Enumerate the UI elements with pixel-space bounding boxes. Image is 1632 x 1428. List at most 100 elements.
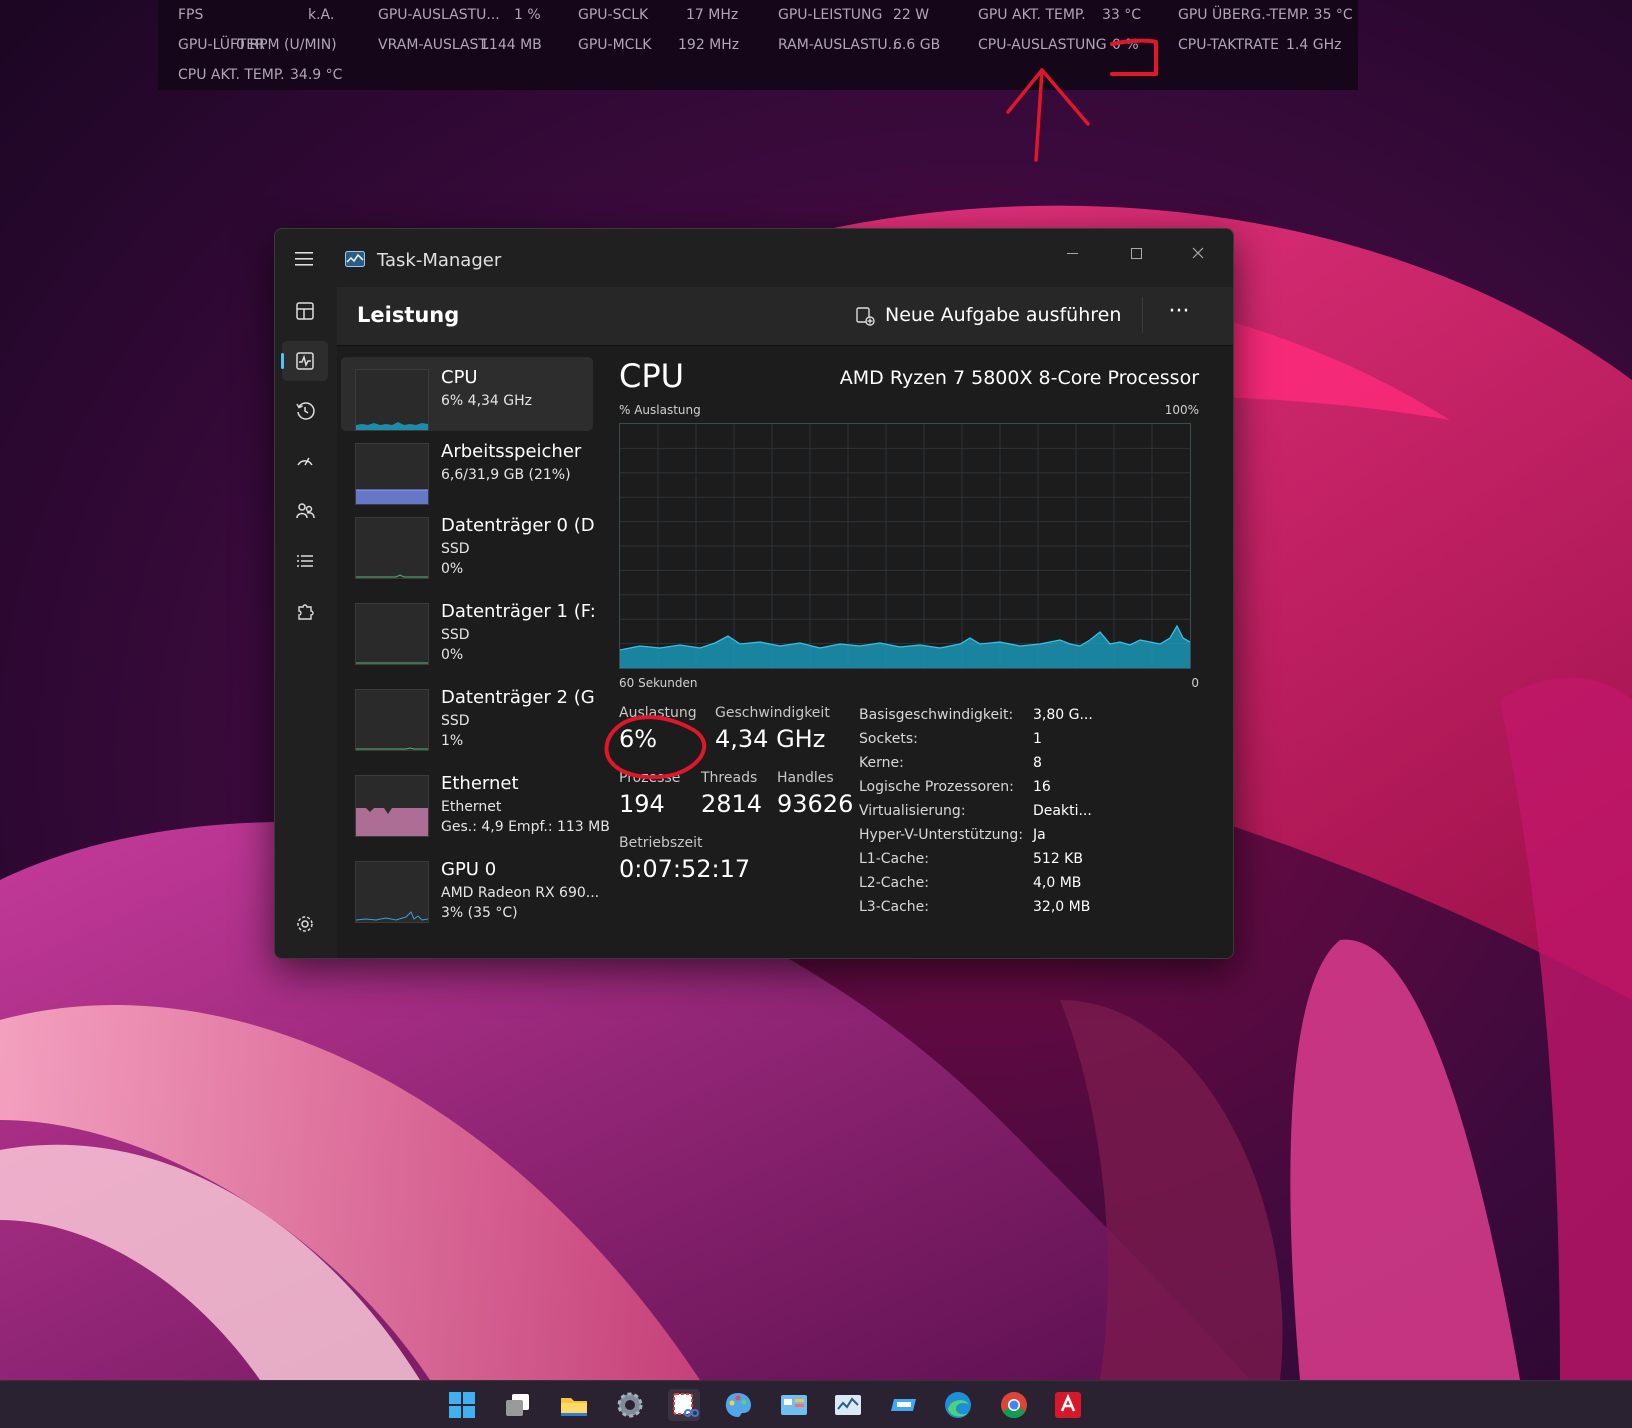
- overlay-metric-label: GPU AKT. TEMP.: [978, 7, 1086, 23]
- device-detail: AMD Radeon RX 690...: [441, 885, 600, 901]
- paint-icon[interactable]: [722, 1389, 754, 1421]
- page-header: Leistung Neue Aufgabe ausführen ···: [337, 287, 1233, 346]
- prop-label: Sockets:: [859, 731, 918, 747]
- overlay-metric-label: GPU-MCLK: [578, 37, 652, 53]
- prop-label: Virtualisierung:: [859, 803, 966, 819]
- remote-desktop-icon[interactable]: [888, 1389, 920, 1421]
- task-view-icon[interactable]: [502, 1389, 534, 1421]
- edge-icon[interactable]: [942, 1389, 974, 1421]
- utilization-label: Auslastung: [619, 705, 697, 721]
- nav-processes[interactable]: [282, 291, 328, 331]
- overlay-metric-value: 6.6 GB: [893, 37, 941, 53]
- nav-settings[interactable]: [282, 904, 328, 944]
- nav-startup-apps[interactable]: [282, 441, 328, 481]
- overlay-metric: GPU-LEISTUNG 22 W: [778, 7, 929, 23]
- device-usage: 0%: [441, 561, 464, 577]
- settings-icon[interactable]: [614, 1389, 646, 1421]
- overlay-metric: CPU AKT. TEMP. 34.9 °C: [178, 67, 342, 83]
- overlay-metric: GPU-SCLK 17 MHz: [578, 7, 738, 23]
- control-panel-icon[interactable]: [778, 1389, 810, 1421]
- device-detail: Ethernet: [441, 799, 502, 815]
- overlay-metric-label: CPU-TAKTRATE: [1178, 37, 1279, 53]
- overlay-metric-label: CPU AKT. TEMP.: [178, 67, 285, 83]
- device-usage: Ges.: 4,9 Empf.: 113 MB: [441, 819, 610, 835]
- run-new-task-label: Neue Aufgabe ausführen: [885, 304, 1122, 326]
- navigation-rail: [275, 287, 337, 958]
- task-manager-app-icon: [345, 251, 365, 271]
- device-thumbnail: [355, 443, 429, 505]
- cpu-usage-graph: [619, 423, 1191, 669]
- maximize-button[interactable]: [1113, 239, 1159, 269]
- overlay-metric-label: FPS: [178, 7, 204, 23]
- nav-details[interactable]: [282, 541, 328, 581]
- speed-value: 4,34 GHz: [715, 725, 826, 753]
- cpu-model: AMD Ryzen 7 5800X 8-Core Processor: [839, 367, 1199, 389]
- device-thumbnail: [355, 861, 429, 923]
- graph-time-end: 0: [1191, 676, 1199, 690]
- close-button[interactable]: [1175, 239, 1221, 269]
- overlay-metric-value: 0 RPM (U/MIN): [236, 37, 337, 53]
- overlay-metric-value: 192 MHz: [678, 37, 740, 53]
- hamburger-menu-icon[interactable]: [295, 251, 315, 271]
- overlay-metric-value: 33 °C: [1102, 7, 1142, 23]
- run-new-task-button[interactable]: Neue Aufgabe ausführen: [856, 304, 1122, 326]
- header-separator: [1142, 297, 1143, 333]
- device-item-gpu-0[interactable]: GPU 0 AMD Radeon RX 690... 3% (35 °C): [341, 849, 599, 923]
- overlay-metric: RAM-AUSLASTU... 6.6 GB: [778, 37, 940, 53]
- title-bar[interactable]: Task-Manager: [275, 229, 1233, 287]
- uptime-label: Betriebszeit: [619, 835, 703, 851]
- overlay-metric-value: 1.4 GHz: [1286, 37, 1342, 53]
- device-thumbnail: [355, 603, 429, 665]
- minimize-button[interactable]: [1049, 239, 1095, 269]
- device-thumbnail: [355, 775, 429, 837]
- device-item-cpu[interactable]: CPU 6% 4,34 GHz: [341, 357, 593, 431]
- overlay-metric-label: GPU-LEISTUNG: [778, 7, 883, 23]
- utilization-value: 6%: [619, 725, 658, 753]
- snipping-tool-icon[interactable]: [668, 1389, 700, 1421]
- task-manager-icon[interactable]: [832, 1389, 864, 1421]
- overlay-metric: CPU-TAKTRATE 1.4 GHz: [1178, 37, 1341, 53]
- overlay-metric-value: 17 MHz: [686, 7, 739, 23]
- device-name: Datenträger 2 (G:): [441, 687, 596, 708]
- chrome-icon[interactable]: [998, 1389, 1030, 1421]
- prop-value: Deakti...: [1033, 803, 1092, 819]
- prop-label: Hyper-V-Unterstützung:: [859, 827, 1024, 843]
- prop-value: 3,80 G...: [1033, 707, 1093, 723]
- device-name: Ethernet: [441, 773, 519, 794]
- nav-users[interactable]: [282, 491, 328, 531]
- nav-app-history[interactable]: [282, 391, 328, 431]
- file-explorer-icon[interactable]: [558, 1389, 590, 1421]
- device-item-ethernet[interactable]: Ethernet Ethernet Ges.: 4,9 Empf.: 113 M…: [341, 763, 610, 837]
- prop-value: 16: [1033, 779, 1051, 795]
- device-item-memory[interactable]: Arbeitsspeicher 6,6/31,9 GB (21%): [341, 431, 593, 505]
- device-thumbnail: [355, 369, 429, 431]
- more-options-button[interactable]: ···: [1159, 299, 1199, 331]
- prop-value: 1: [1033, 731, 1042, 747]
- speedometer-icon: [297, 457, 313, 466]
- device-item-disk-0[interactable]: Datenträger 0 (D: ( SSD 0%: [341, 505, 596, 579]
- overlay-metric-label: GPU ÜBERG.-TEMP.: [1178, 7, 1310, 23]
- settings-gear-icon: [297, 916, 313, 932]
- device-usage: 1%: [441, 733, 464, 749]
- prop-label: Kerne:: [859, 755, 904, 771]
- device-name: CPU: [441, 367, 478, 388]
- device-name: Datenträger 0 (D: (: [441, 515, 596, 536]
- services-puzzle-icon: [298, 604, 314, 620]
- handles-value: 93626: [777, 790, 854, 818]
- device-item-disk-2[interactable]: Datenträger 2 (G:) SSD 1%: [341, 677, 596, 751]
- start-icon[interactable]: [446, 1389, 478, 1421]
- device-item-disk-1[interactable]: Datenträger 1 (F:) SSD 0%: [341, 591, 596, 665]
- amd-software-icon[interactable]: [1052, 1389, 1084, 1421]
- overlay-metric-label: GPU-AUSLASTU...: [378, 7, 500, 23]
- overlay-metric: CPU-AUSLASTUNG 0 %: [978, 37, 1139, 53]
- performance-overlay: FPS k.A. GPU-AUSLASTU... 1 % GPU-SCLK 17 MH…: [158, 0, 1358, 90]
- nav-performance[interactable]: [281, 341, 328, 381]
- device-detail: SSD: [441, 541, 470, 557]
- speed-label: Geschwindigkeit: [715, 705, 830, 721]
- prop-label: Basisgeschwindigkeit:: [859, 707, 1014, 723]
- graph-y-max: 100%: [1164, 403, 1199, 417]
- overlay-metric: VRAM-AUSLAST. 1144 MB: [378, 37, 542, 53]
- prop-label: Logische Prozessoren:: [859, 779, 1014, 795]
- overlay-metric: GPU AKT. TEMP. 33 °C: [978, 7, 1141, 23]
- nav-services[interactable]: [282, 591, 328, 631]
